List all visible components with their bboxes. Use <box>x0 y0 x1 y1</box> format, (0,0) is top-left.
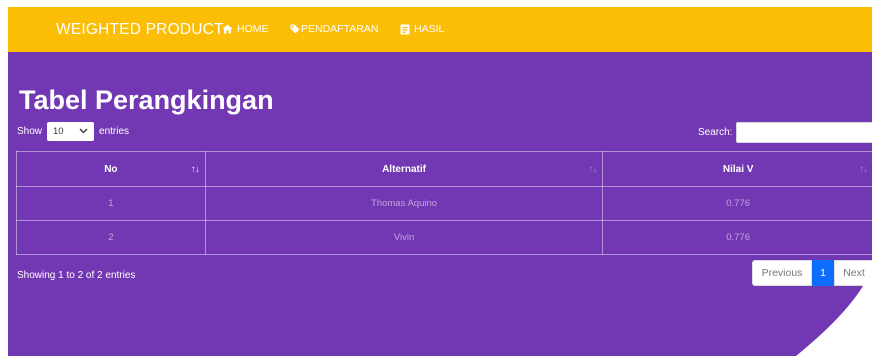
ranking-table: No ↑↓ Alternatif ↑↓ Nilai V ↑↓ 1 Thomas … <box>16 151 872 255</box>
table-row: 1 Thomas Aquino 0.776 <box>16 186 872 221</box>
entries-select[interactable]: 10 <box>47 122 95 141</box>
length-prefix: Show <box>17 126 43 137</box>
nav-hasil[interactable]: HASIL <box>400 22 444 36</box>
nav-home[interactable]: HOME <box>222 22 269 36</box>
nav-hasil-label: HASIL <box>414 23 445 35</box>
search-label: Search: <box>698 127 733 138</box>
brand[interactable]: WEIGHTED PRODUCT <box>56 21 224 39</box>
pagination: Previous 1 Next <box>752 260 872 286</box>
column-header-no-label: No <box>104 163 118 175</box>
cell-alternatif: Vivin <box>204 220 604 255</box>
table-row: 2 Vivin 0.776 <box>16 220 872 255</box>
search-input[interactable] <box>736 122 872 143</box>
column-header-alternatif-label: Alternatif <box>382 163 426 175</box>
column-header-nilai-v[interactable]: Nilai V ↑↓ <box>602 151 872 187</box>
document-icon <box>400 24 410 35</box>
cell-no: 1 <box>16 186 206 221</box>
table-info: Showing 1 to 2 of 2 entries <box>17 270 136 281</box>
sort-icon: ↑↓ <box>588 164 597 175</box>
column-header-no[interactable]: No ↑↓ <box>16 151 206 187</box>
table-header-row: No ↑↓ Alternatif ↑↓ Nilai V ↑↓ <box>16 151 872 187</box>
next-button[interactable]: Next <box>834 260 872 286</box>
previous-button[interactable]: Previous <box>752 260 812 286</box>
navbar: WEIGHTED PRODUCT HOME PENDAFTARAN HASIL <box>8 7 872 52</box>
page-frame: WEIGHTED PRODUCT HOME PENDAFTARAN HASIL … <box>8 7 872 356</box>
chevron-down-icon <box>79 126 88 137</box>
page-1-button[interactable]: 1 <box>812 260 834 286</box>
cell-nilai-v: 0.776 <box>602 220 872 255</box>
cell-nilai-v: 0.776 <box>602 186 872 221</box>
page-title: Tabel Perangkingan <box>19 85 274 115</box>
sort-icon: ↑↓ <box>859 164 868 175</box>
nav-home-label: HOME <box>237 23 269 35</box>
cell-no: 2 <box>16 220 206 255</box>
nav-pendaftaran[interactable]: PENDAFTARAN <box>290 22 378 36</box>
tag-icon <box>290 24 300 34</box>
column-header-alternatif[interactable]: Alternatif ↑↓ <box>204 151 604 187</box>
entries-select-value: 10 <box>53 126 64 137</box>
column-header-nilai-v-label: Nilai V <box>722 163 754 175</box>
sort-icon: ↑↓ <box>190 164 200 175</box>
search-control: Search: <box>698 122 872 143</box>
length-suffix: entries <box>99 126 130 137</box>
entries-length-control: Show 10 entries <box>17 122 129 141</box>
cell-alternatif: Thomas Aquino <box>204 186 604 221</box>
nav-pendaftaran-label: PENDAFTARAN <box>301 23 379 35</box>
home-icon <box>222 24 233 34</box>
